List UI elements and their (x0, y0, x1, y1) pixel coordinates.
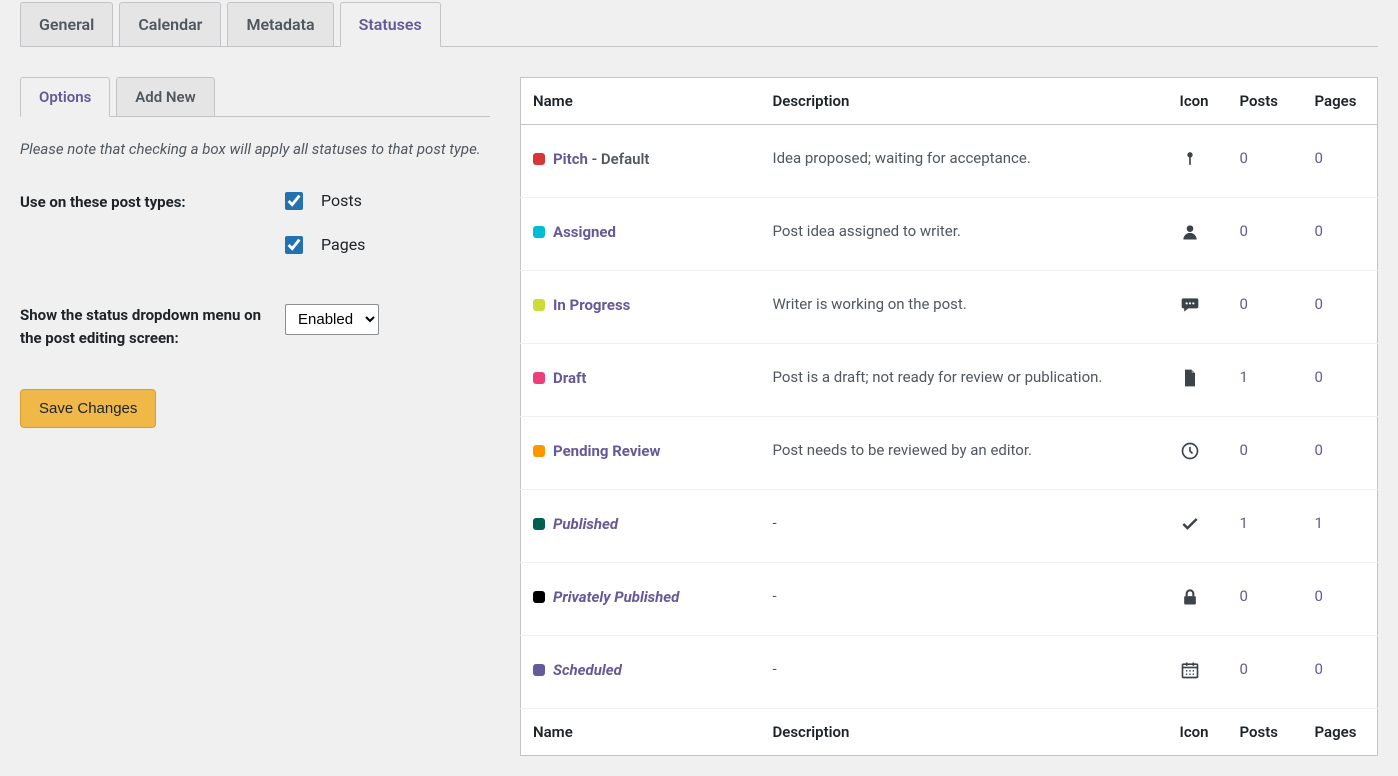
status-color-dot (533, 664, 545, 676)
lock-icon (1168, 563, 1228, 636)
posts-count-link[interactable]: 1 (1240, 368, 1248, 386)
posts-count-link[interactable]: 0 (1240, 295, 1248, 313)
pages-count-link[interactable]: 0 (1315, 149, 1323, 167)
status-name-link[interactable]: Pending Review (553, 442, 661, 460)
posts-count-link[interactable]: 0 (1240, 222, 1248, 240)
col-header-name: Name (521, 78, 761, 125)
clock-icon (1168, 417, 1228, 490)
calendar-icon (1168, 636, 1228, 709)
dropdown-setting-label: Show the status dropdown menu on the pos… (20, 304, 285, 349)
status-description: Writer is working on the post. (761, 271, 1168, 344)
status-color-dot (533, 591, 545, 603)
settings-note: Please note that checking a box will app… (20, 137, 490, 161)
status-description: - (761, 636, 1168, 709)
subtab-add-new[interactable]: Add New (116, 77, 214, 116)
table-row: Pitch - Default Idea proposed; waiting fo… (521, 125, 1378, 198)
dropdown-enabled-select[interactable]: Enabled (285, 304, 379, 335)
status-color-dot (533, 445, 545, 457)
col-footer-name: Name (521, 709, 761, 756)
chat-icon (1168, 271, 1228, 344)
subtab-options[interactable]: Options (20, 77, 110, 117)
pages-count-link[interactable]: 0 (1315, 222, 1323, 240)
user-icon (1168, 198, 1228, 271)
checkbox-posts[interactable] (285, 192, 303, 210)
pages-count-link[interactable]: 1 (1315, 514, 1323, 532)
status-name-link[interactable]: Pitch (553, 150, 588, 168)
col-header-description: Description (761, 78, 1168, 125)
status-description: Post is a draft; not ready for review or… (761, 344, 1168, 417)
posts-count-link[interactable]: 1 (1240, 514, 1248, 532)
col-footer-description: Description (761, 709, 1168, 756)
posts-count-link[interactable]: 0 (1240, 441, 1248, 459)
pages-count-link[interactable]: 0 (1315, 660, 1323, 678)
col-header-pages: Pages (1303, 78, 1378, 125)
tab-metadata[interactable]: Metadata (227, 2, 333, 46)
status-color-dot (533, 372, 545, 384)
col-header-icon: Icon (1168, 78, 1228, 125)
pages-count-link[interactable]: 0 (1315, 587, 1323, 605)
main-tabs: GeneralCalendarMetadataStatuses (20, 0, 1378, 47)
checkbox-pages[interactable] (285, 236, 303, 254)
status-description: Idea proposed; waiting for acceptance. (761, 125, 1168, 198)
status-name-link[interactable]: Assigned (553, 223, 616, 241)
status-name-link[interactable]: In Progress (553, 296, 630, 314)
save-button[interactable]: Save Changes (20, 389, 156, 428)
col-footer-posts: Posts (1228, 709, 1303, 756)
col-footer-pages: Pages (1303, 709, 1378, 756)
tab-general[interactable]: General (20, 2, 113, 46)
status-color-dot (533, 153, 545, 165)
status-description: Post needs to be reviewed by an editor. (761, 417, 1168, 490)
status-default-label: - Default (588, 150, 650, 168)
post-types-label: Use on these post types: (20, 191, 285, 214)
posts-count-link[interactable]: 0 (1240, 660, 1248, 678)
tab-statuses[interactable]: Statuses (340, 2, 441, 47)
table-row: In Progress Writer is working on the post… (521, 271, 1378, 344)
statuses-table-panel: Name Description Icon Posts Pages Pitch … (520, 77, 1378, 756)
table-row: Draft Post is a draft; not ready for revi… (521, 344, 1378, 417)
check-icon (1168, 490, 1228, 563)
tab-calendar[interactable]: Calendar (119, 2, 221, 46)
status-color-dot (533, 299, 545, 311)
status-description: Post idea assigned to writer. (761, 198, 1168, 271)
sub-tabs: OptionsAdd New (20, 77, 490, 117)
status-color-dot (533, 518, 545, 530)
options-panel: OptionsAdd New Please note that checking… (20, 77, 490, 756)
status-name-link[interactable]: Scheduled (553, 661, 622, 679)
document-icon (1168, 344, 1228, 417)
col-footer-icon: Icon (1168, 709, 1228, 756)
pages-count-link[interactable]: 0 (1315, 295, 1323, 313)
table-row: Privately Published - 0 0 (521, 563, 1378, 636)
status-name-link[interactable]: Privately Published (553, 588, 679, 606)
table-row: Published - 1 1 (521, 490, 1378, 563)
pages-count-link[interactable]: 0 (1315, 441, 1323, 459)
table-row: Assigned Post idea assigned to writer. 0 0 (521, 198, 1378, 271)
col-header-posts: Posts (1228, 78, 1303, 125)
status-description: - (761, 563, 1168, 636)
posts-count-link[interactable]: 0 (1240, 149, 1248, 167)
checkbox-label-posts[interactable]: Posts (321, 191, 362, 210)
statuses-table: Name Description Icon Posts Pages Pitch … (520, 77, 1378, 756)
status-name-link[interactable]: Draft (553, 369, 586, 387)
posts-count-link[interactable]: 0 (1240, 587, 1248, 605)
table-row: Scheduled - 0 0 (521, 636, 1378, 709)
status-name-link[interactable]: Published (553, 515, 618, 533)
pin-icon (1168, 125, 1228, 198)
status-description: - (761, 490, 1168, 563)
status-color-dot (533, 226, 545, 238)
table-row: Pending Review Post needs to be reviewed … (521, 417, 1378, 490)
checkbox-label-pages[interactable]: Pages (321, 235, 365, 254)
pages-count-link[interactable]: 0 (1315, 368, 1323, 386)
